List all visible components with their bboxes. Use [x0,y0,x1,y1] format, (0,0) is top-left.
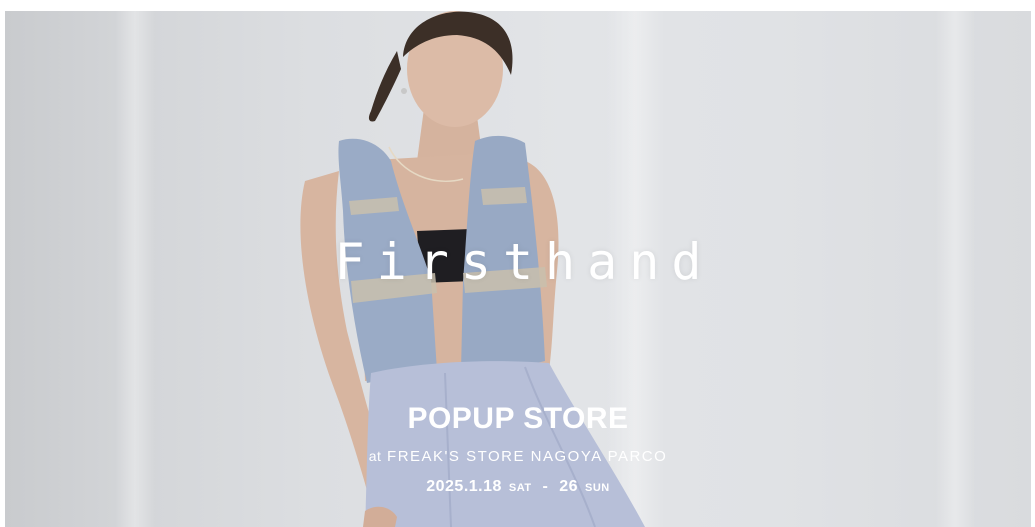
event-dates: 2025.1.18 SAT - 26 SUN [5,478,1031,496]
hair-braid [368,51,401,122]
date-start-day: SAT [508,482,532,494]
date-separator: - [542,478,549,495]
brand-title: Firsthand [334,233,714,291]
popup-banner[interactable]: Firsthand POPUP STORE at FREAK'S STORE N… [5,11,1031,527]
earring [401,88,407,94]
date-end: 26 [559,478,579,495]
venue-line: at FREAK'S STORE NAGOYA PARCO [5,448,1031,465]
vest-trim [481,187,527,205]
date-end-day: SUN [585,482,610,494]
event-title: POPUP STORE [407,402,629,435]
date-start: 2025.1.18 [426,478,502,495]
venue-name: FREAK'S STORE NAGOYA PARCO [387,448,668,465]
skirt [365,361,645,527]
venue-prefix: at [368,448,382,464]
